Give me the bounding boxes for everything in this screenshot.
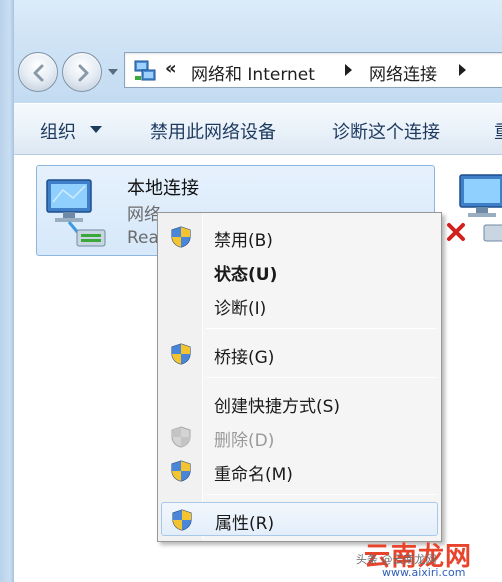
connection-name: 本地连接 [127, 178, 199, 199]
breadcrumb-network-and-internet[interactable]: 网络和 Internet [191, 60, 315, 85]
connection-network-type: 网络 [127, 205, 161, 225]
rename-connection-button-truncated[interactable]: 重 [494, 118, 502, 144]
breadcrumb-network-connections[interactable]: 网络连接 [369, 60, 437, 85]
watermark-source: 头条 @云南龙网 [356, 553, 437, 566]
breadcrumb-separator-icon[interactable] [345, 64, 352, 76]
menu-item-label: 禁用(B) [214, 231, 273, 251]
network-adapter-icon [46, 179, 106, 247]
menu-item-create-shortcut[interactable]: 创建快捷方式(S) [161, 386, 438, 420]
menu-item-delete: 删除(D) [161, 420, 438, 454]
diagnose-connection-button[interactable]: 诊断这个连接 [332, 118, 440, 144]
recent-pages-dropdown-icon[interactable] [106, 66, 120, 78]
organize-dropdown-icon[interactable] [90, 126, 102, 133]
disconnected-x-icon [447, 223, 465, 241]
connection-status: Rea [127, 228, 159, 248]
menu-item-bridge[interactable]: 桥接(G) [161, 337, 438, 371]
back-button[interactable] [18, 52, 58, 92]
menu-item-label: 诊断(I) [214, 299, 267, 319]
menu-separator [206, 377, 437, 378]
menu-item-label: 桥接(G) [214, 348, 275, 368]
menu-item-disable[interactable]: 禁用(B) [161, 220, 438, 254]
menu-separator [206, 494, 437, 495]
context-menu: 禁用(B) 状态(U) 诊断(I) 桥接(G) 创建快捷方式(S) 删除(D) [157, 212, 442, 542]
uac-shield-icon [171, 426, 191, 448]
menu-item-properties[interactable]: 属性(R) [161, 502, 438, 536]
uac-shield-icon [171, 460, 191, 482]
menu-item-status[interactable]: 状态(U) [161, 254, 438, 288]
menu-item-label: 状态(U) [214, 265, 278, 285]
uac-shield-icon [171, 226, 191, 248]
menu-item-label: 属性(R) [215, 514, 275, 534]
forward-arrow-icon [78, 64, 89, 82]
disable-device-button[interactable]: 禁用此网络设备 [150, 118, 276, 144]
uac-shield-icon [172, 509, 192, 531]
breadcrumb-overflow-chevron[interactable]: « [165, 58, 177, 79]
menu-item-diagnose[interactable]: 诊断(I) [161, 288, 438, 322]
back-arrow-icon [33, 64, 44, 82]
uac-shield-icon [171, 343, 191, 365]
menu-item-rename[interactable]: 重命名(M) [161, 454, 438, 488]
network-connections-icon [134, 60, 156, 81]
forward-button[interactable] [62, 52, 102, 92]
menu-item-label: 重命名(M) [214, 465, 293, 485]
address-bar[interactable]: « 网络和 Internet 网络连接 [124, 52, 502, 88]
watermark-url: www.aixiri.com [382, 566, 466, 579]
window-left-frame [0, 0, 14, 582]
breadcrumb-separator-icon[interactable] [459, 64, 466, 76]
menu-separator [206, 328, 437, 329]
menu-item-label: 创建快捷方式(S) [214, 397, 341, 417]
command-bar: 组织 禁用此网络设备 诊断这个连接 重 [14, 103, 502, 155]
disconnected-network-adapter-icon[interactable] [446, 173, 502, 249]
menu-item-label: 删除(D) [214, 431, 275, 451]
organize-menu-button[interactable]: 组织 [40, 118, 76, 144]
